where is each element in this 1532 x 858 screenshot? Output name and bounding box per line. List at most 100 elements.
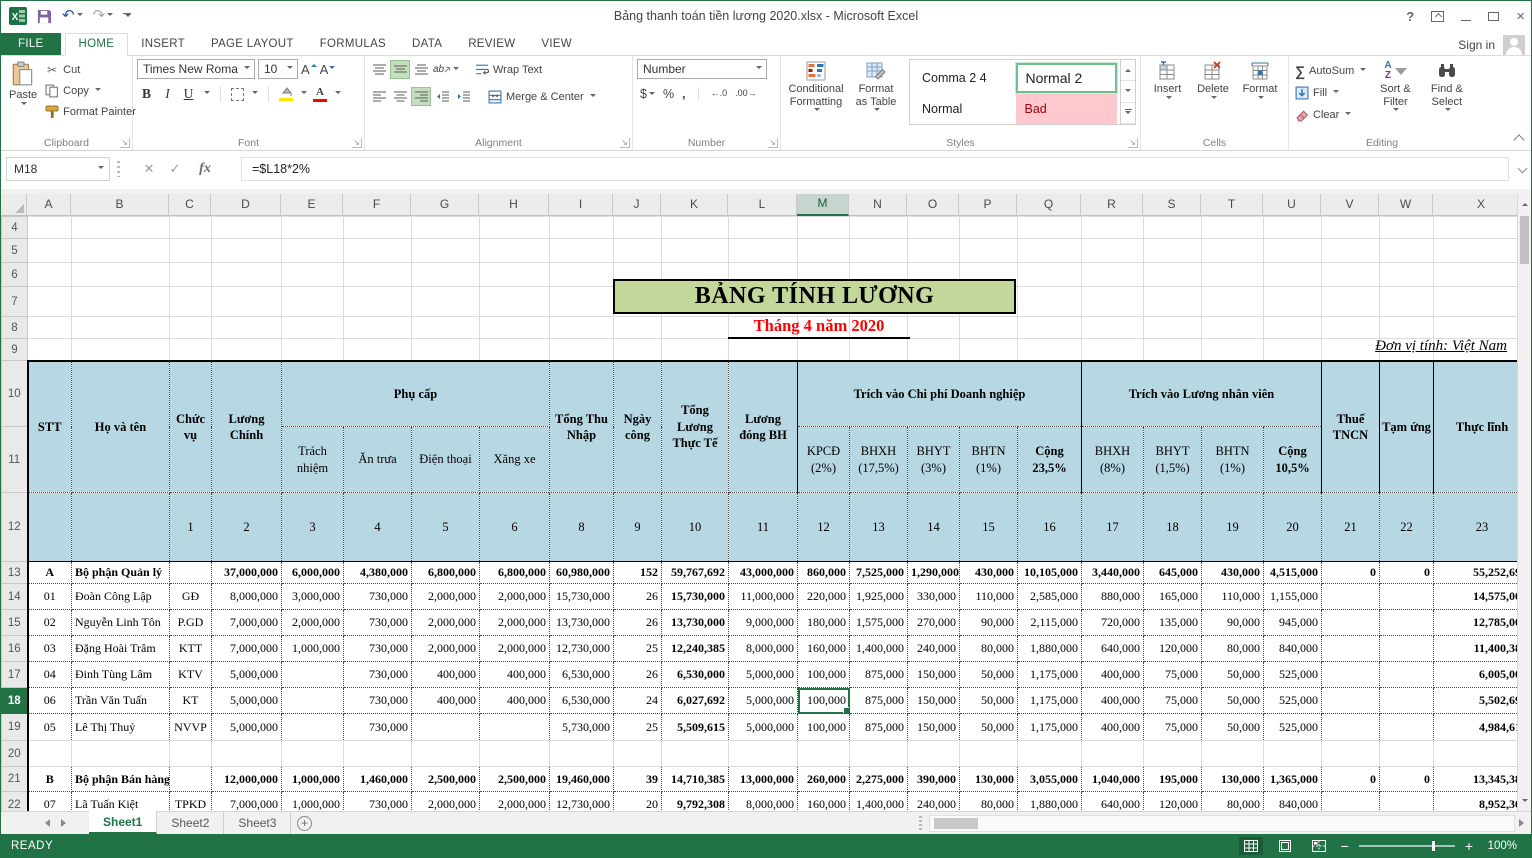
subheader-cell-2[interactable]: Điện thoại [412,427,480,493]
cell-V17[interactable] [1322,662,1380,688]
colindex-B[interactable] [72,493,170,562]
align-bottom-button[interactable] [411,60,431,79]
cell-O21[interactable]: 390,000 [908,767,960,792]
cell-B6[interactable] [72,263,170,287]
col-header-O[interactable]: O [907,194,959,216]
cell-G9[interactable] [412,339,480,361]
cell-Q8[interactable] [1018,317,1082,339]
cell-B9[interactable] [72,339,170,361]
cell-C8[interactable] [170,317,212,339]
cell-H6[interactable] [480,263,550,287]
cell-I15[interactable]: 13,730,000 [550,610,614,636]
font-dialog-launcher-icon[interactable]: ↘ [352,138,362,148]
cell-E5[interactable] [282,239,344,263]
header-cell-8[interactable]: Lương đóng BH [729,361,798,493]
cell-H19[interactable] [480,714,550,741]
cell-S16[interactable]: 120,000 [1144,636,1202,662]
cell-M21[interactable]: 260,000 [798,767,850,792]
cell-B17[interactable]: Đinh Tùng Lâm [72,662,170,688]
cell-M19[interactable]: 100,000 [798,714,850,741]
cell-V4[interactable] [1322,217,1380,239]
cell-U20[interactable] [1264,741,1322,767]
cell-T19[interactable]: 50,000 [1202,714,1264,741]
col-header-F[interactable]: F [343,194,411,216]
colindex-S[interactable]: 18 [1144,493,1202,562]
header-cell-0[interactable]: STT [28,361,72,493]
cell-A7[interactable] [28,287,72,317]
cell-M14[interactable]: 220,000 [798,584,850,610]
number-dialog-launcher-icon[interactable]: ↘ [768,138,778,148]
colindex-V[interactable]: 21 [1322,493,1380,562]
row-header-8[interactable]: 8 [2,317,28,339]
cell-J13[interactable]: 152 [614,562,662,584]
cell-V21[interactable]: 0 [1322,767,1380,792]
chevron-down-icon[interactable] [301,91,307,97]
cell-X17[interactable]: 6,005,000 [1434,662,1520,688]
cell-Q5[interactable] [1018,239,1082,263]
cell-W6[interactable] [1380,263,1434,287]
cell-D8[interactable] [212,317,282,339]
number-format-select[interactable]: Number [637,59,767,79]
tab-view[interactable]: VIEW [528,34,585,55]
cell-I9[interactable] [550,339,614,361]
cell-J5[interactable] [614,239,662,263]
cell-T8[interactable] [1202,317,1264,339]
cell-I16[interactable]: 12,730,000 [550,636,614,662]
col-header-U[interactable]: U [1263,194,1321,216]
cell-C17[interactable]: KTV [170,662,212,688]
cell-B20[interactable] [72,741,170,767]
cell-G17[interactable]: 400,000 [412,662,480,688]
cell-R4[interactable] [1082,217,1144,239]
cell-C15[interactable]: P.GD [170,610,212,636]
conditional-formatting-button[interactable]: Conditional Formatting [785,59,847,125]
cell-L13[interactable]: 43,000,000 [729,562,798,584]
cell-L20[interactable] [729,741,798,767]
cell-Q13[interactable]: 10,105,000 [1018,562,1082,584]
cell-C9[interactable] [170,339,212,361]
cell-O17[interactable]: 150,000 [908,662,960,688]
cell-R15[interactable]: 720,000 [1082,610,1144,636]
cell-N20[interactable] [850,741,908,767]
cell-S6[interactable] [1144,263,1202,287]
cell-W20[interactable] [1380,741,1434,767]
maximize-button[interactable] [1488,12,1499,21]
cell-W19[interactable] [1380,714,1434,741]
tab-review[interactable]: REVIEW [455,34,528,55]
cell-I13[interactable]: 60,980,000 [550,562,614,584]
format-painter-button[interactable]: Format Painter [43,101,138,122]
row-header-10[interactable]: 10 [2,361,28,427]
cell-Q20[interactable] [1018,741,1082,767]
cell-H21[interactable]: 2,500,000 [480,767,550,792]
cell-X14[interactable]: 14,575,000 [1434,584,1520,610]
cell-D4[interactable] [212,217,282,239]
cell-U18[interactable]: 525,000 [1264,688,1322,714]
cell-S18[interactable]: 75,000 [1144,688,1202,714]
row-header-13[interactable]: 13 [2,562,28,584]
cell-N22[interactable]: 1,400,000 [850,792,908,812]
cell-L17[interactable]: 5,000,000 [729,662,798,688]
decrease-indent-button[interactable] [432,87,452,106]
cell-P19[interactable]: 50,000 [960,714,1018,741]
row-header-7[interactable]: 7 [2,287,28,317]
cell-T16[interactable]: 80,000 [1202,636,1264,662]
cell-T20[interactable] [1202,741,1264,767]
cell-J16[interactable]: 25 [614,636,662,662]
header-cell-12[interactable]: Tạm ứng [1380,361,1434,493]
cell-E20[interactable] [282,741,344,767]
cell-T9[interactable] [1202,339,1264,361]
fill-button[interactable]: Fill [1293,82,1368,103]
cell-S21[interactable]: 195,000 [1144,767,1202,792]
cell-M9[interactable] [798,339,850,361]
cell-G5[interactable] [412,239,480,263]
header-cell-5[interactable]: Tổng Thu Nhập [550,361,614,493]
cell-S13[interactable]: 645,000 [1144,562,1202,584]
cell-E14[interactable]: 3,000,000 [282,584,344,610]
font-name-select[interactable]: Times New Roma [137,59,255,79]
redo-button[interactable]: ↷ [93,7,114,25]
zoom-out-button[interactable]: − [1341,839,1349,853]
row-header-14[interactable]: 14 [2,584,28,610]
cell-F7[interactable] [344,287,412,317]
cell-K18[interactable]: 6,027,692 [662,688,729,714]
cell-S4[interactable] [1144,217,1202,239]
format-cells-button[interactable]: Format [1236,59,1284,104]
